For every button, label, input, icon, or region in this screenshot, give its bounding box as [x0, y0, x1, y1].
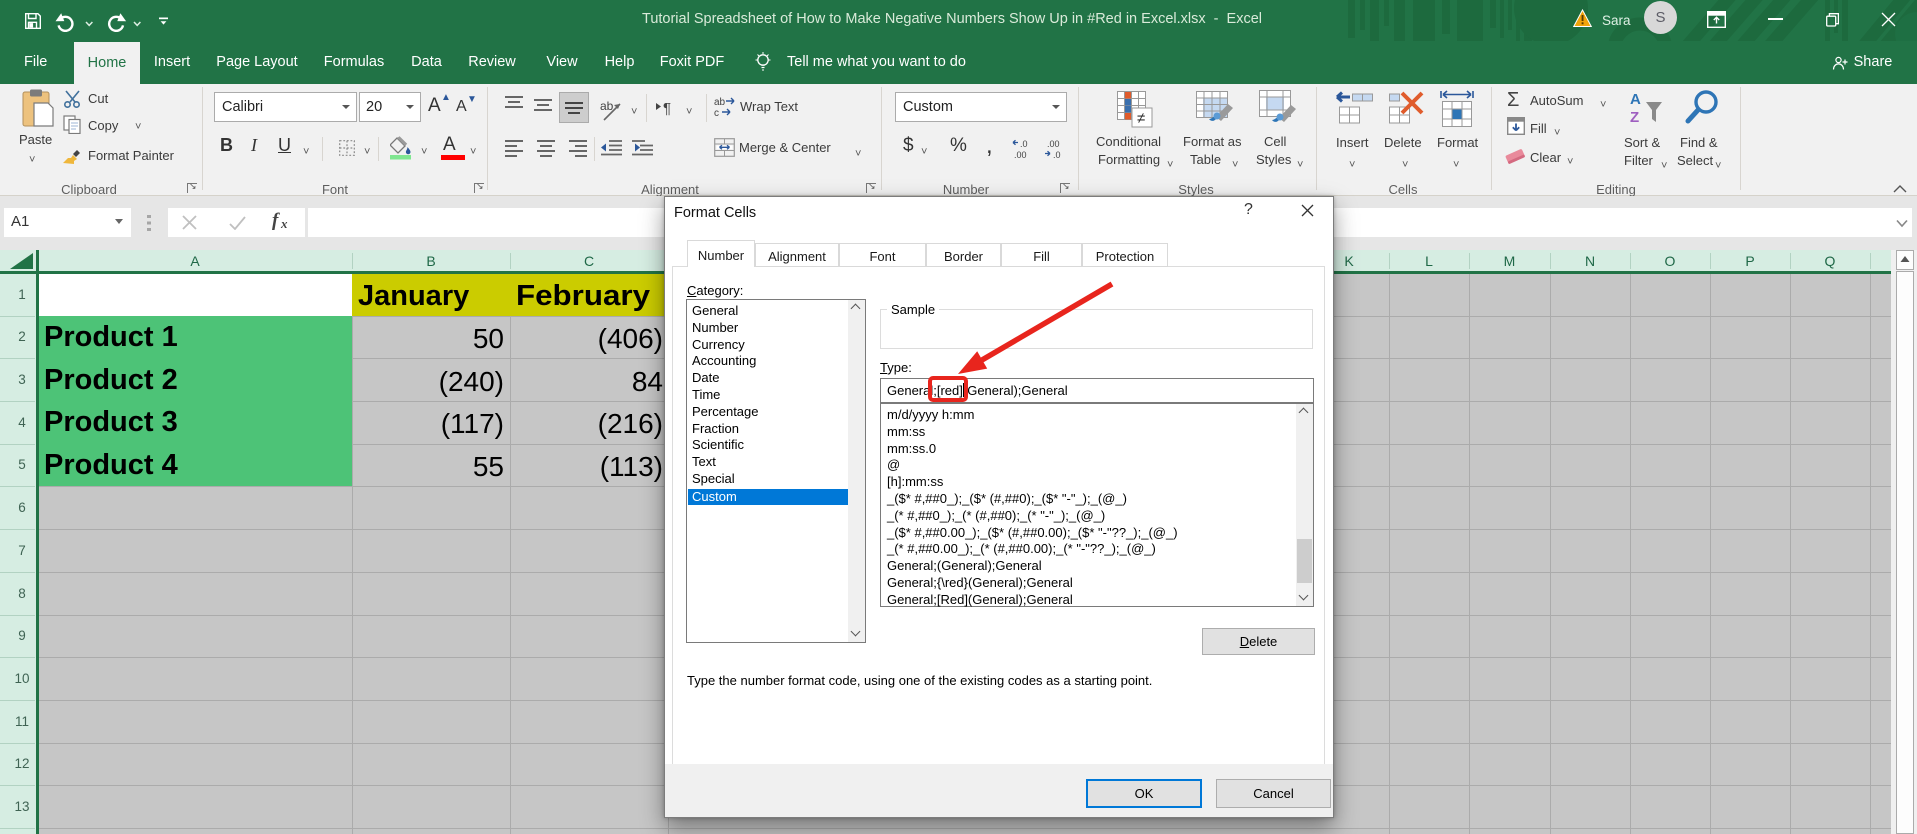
- svg-text:¶: ¶: [663, 100, 671, 116]
- svg-text:≠: ≠: [1137, 110, 1145, 127]
- svg-text:A: A: [1630, 91, 1641, 108]
- svg-text:ab: ab: [714, 97, 726, 108]
- svg-text:ab: ab: [600, 99, 614, 113]
- svg-text:.0: .0: [1053, 150, 1061, 160]
- svg-text:.00: .00: [1014, 150, 1027, 160]
- svg-text:.00: .00: [1047, 139, 1060, 149]
- svg-text:c: c: [714, 108, 719, 118]
- svg-text:Z: Z: [1630, 109, 1639, 126]
- svg-text:.0: .0: [1020, 139, 1028, 149]
